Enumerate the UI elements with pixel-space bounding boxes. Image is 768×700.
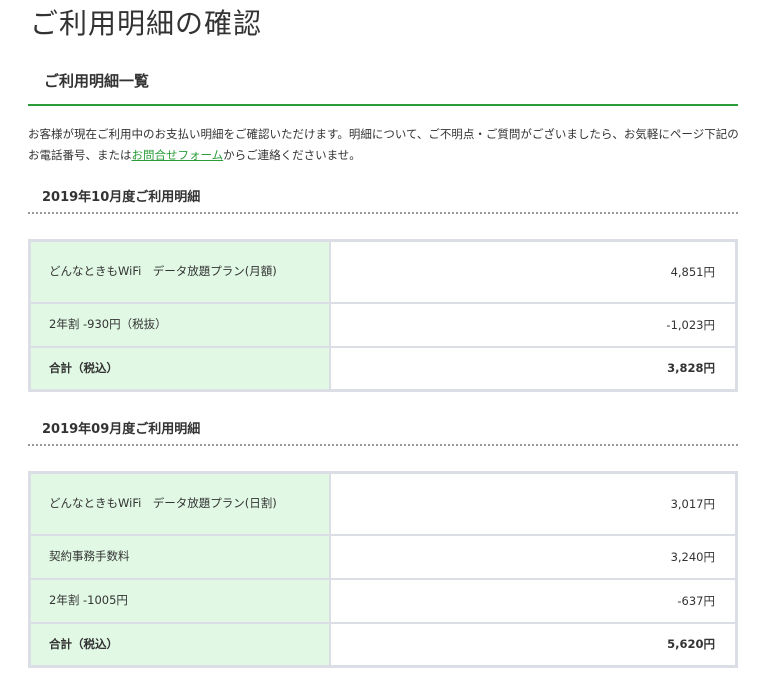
table-row: 2年割 -930円（税抜） -1,023円 — [28, 301, 738, 348]
table-row: どんなときもWiFi データ放題プラン(日割) 3,017円 — [28, 471, 738, 536]
table-row: どんなときもWiFi データ放題プラン(月額) 4,851円 — [28, 239, 738, 304]
item-label: 契約事務手数料 — [28, 533, 331, 580]
total-amount: 3,828円 — [329, 345, 738, 392]
statement-header-october: 2019年10月度ご利用明細 — [28, 182, 738, 214]
item-amount: 3,017円 — [329, 471, 738, 536]
item-label: どんなときもWiFi データ放題プラン(月額) — [28, 239, 331, 304]
contact-form-link[interactable]: お問合せフォーム — [132, 148, 224, 162]
section-title: ご利用明細一覧 — [44, 72, 150, 90]
intro-text: お客様が現在ご利用中のお支払い明細をご確認いただけます。明細について、ご不明点・… — [28, 124, 744, 166]
statement-header-september: 2019年09月度ご利用明細 — [28, 414, 738, 446]
total-row: 合計（税込） 5,620円 — [28, 621, 738, 668]
item-amount: -1,023円 — [329, 301, 738, 348]
section-header: ご利用明細一覧 — [28, 58, 738, 106]
item-amount: 3,240円 — [329, 533, 738, 580]
total-label: 合計（税込） — [28, 621, 331, 668]
statement-title: 2019年09月度ご利用明細 — [42, 422, 201, 437]
statement-table-september: どんなときもWiFi データ放題プラン(日割) 3,017円 契約事務手数料 3… — [28, 471, 738, 668]
intro-text-after: からご連絡くださいませ。 — [223, 148, 361, 162]
total-row: 合計（税込） 3,828円 — [28, 345, 738, 392]
item-label: 2年割 -1005円 — [28, 577, 331, 624]
item-label: どんなときもWiFi データ放題プラン(日割) — [28, 471, 331, 536]
table-row: 契約事務手数料 3,240円 — [28, 533, 738, 580]
item-amount: -637円 — [329, 577, 738, 624]
statement-title: 2019年10月度ご利用明細 — [42, 190, 201, 205]
page-title: ご利用明細の確認 — [30, 7, 263, 40]
table-row: 2年割 -1005円 -637円 — [28, 577, 738, 624]
statement-table-october: どんなときもWiFi データ放題プラン(月額) 4,851円 2年割 -930円… — [28, 239, 738, 392]
total-amount: 5,620円 — [329, 621, 738, 668]
item-amount: 4,851円 — [329, 239, 738, 304]
item-label: 2年割 -930円（税抜） — [28, 301, 331, 348]
total-label: 合計（税込） — [28, 345, 331, 392]
